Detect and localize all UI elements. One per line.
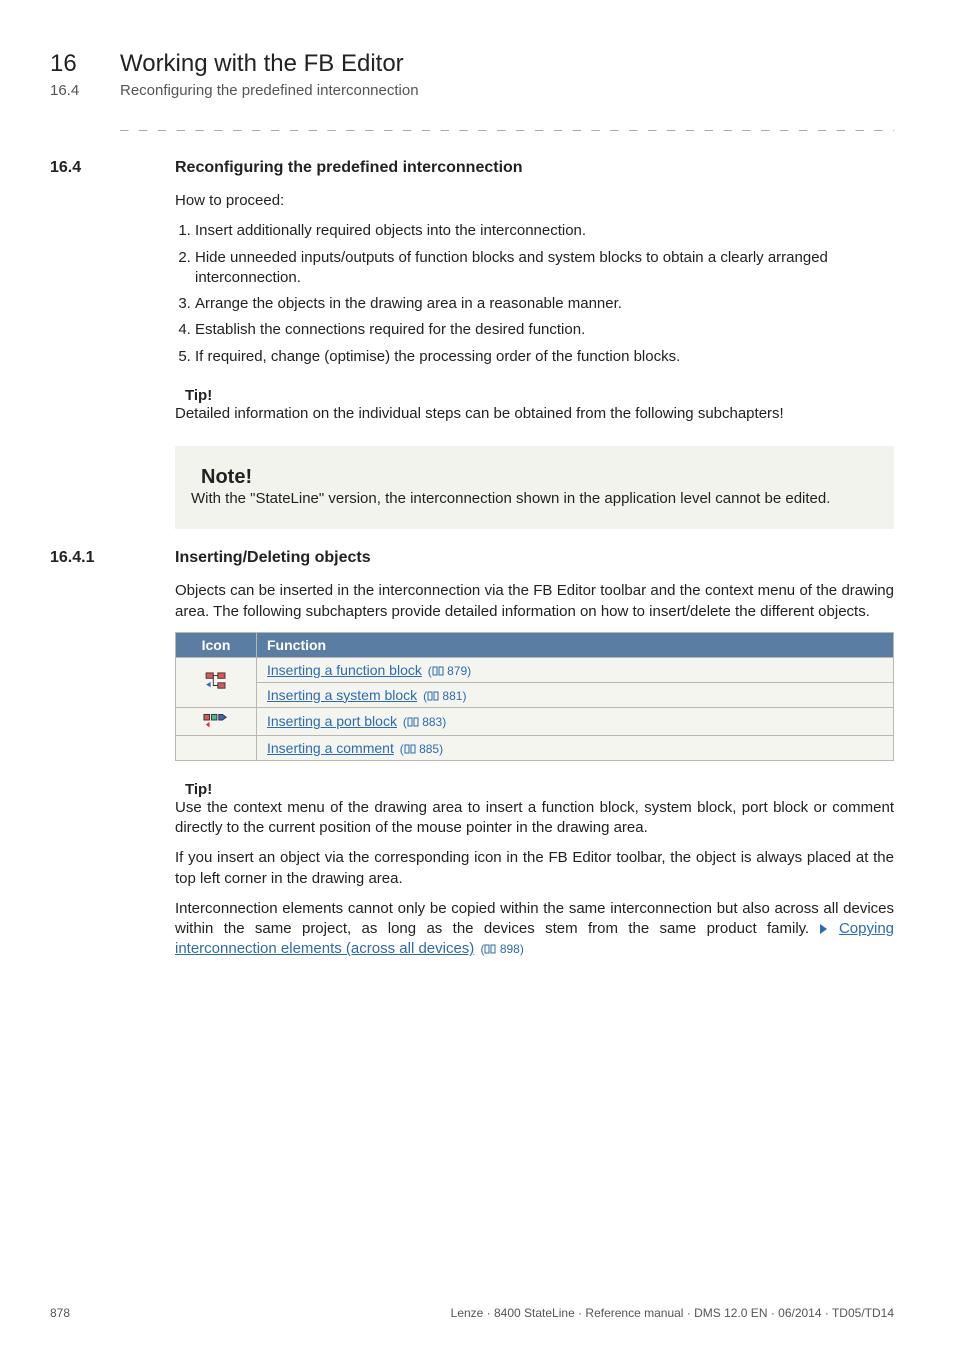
- step-2: Hide unneeded inputs/outputs of function…: [195, 248, 894, 289]
- tip2-p2: If you insert an object via the correspo…: [175, 848, 894, 889]
- s1641-intro: Objects can be inserted in the interconn…: [175, 581, 894, 622]
- step-4: Establish the connections required for t…: [195, 320, 894, 340]
- pageref: ( 885): [400, 742, 443, 756]
- th-icon: Icon: [176, 632, 257, 657]
- step-3: Arrange the objects in the drawing area …: [195, 294, 894, 314]
- section-number-top: 16.4: [50, 82, 120, 99]
- howto-steps: Insert additionally required objects int…: [175, 221, 894, 367]
- port-block-icon: [203, 715, 229, 731]
- chapter-title: Working with the FB Editor: [120, 50, 404, 78]
- link-insert-system-block[interactable]: Inserting a system block: [267, 687, 417, 703]
- howto-intro: How to proceed:: [175, 191, 894, 211]
- step-5: If required, change (optimise) the proce…: [195, 347, 894, 367]
- table-row: Inserting a function block ( 879): [176, 657, 894, 682]
- th-function: Function: [257, 632, 894, 657]
- tip-text: Detailed information on the individual s…: [175, 404, 894, 424]
- tip-label: Tip!: [185, 387, 212, 404]
- note-box: Note! With the "StateLine" version, the …: [175, 446, 894, 529]
- fb-block-icon: [205, 677, 227, 693]
- tip-label-2: Tip!: [185, 781, 212, 798]
- table-row: Inserting a port block ( 883): [176, 707, 894, 735]
- link-insert-function-block[interactable]: Inserting a function block: [267, 662, 422, 678]
- function-table: Icon Function: [175, 632, 894, 761]
- link-insert-comment[interactable]: Inserting a comment: [267, 740, 394, 756]
- table-row: Inserting a system block ( 881): [176, 682, 894, 707]
- step-1: Insert additionally required objects int…: [195, 221, 894, 241]
- chapter-number: 16: [50, 50, 120, 78]
- table-row: Inserting a comment ( 885): [176, 735, 894, 760]
- section-16-4-number: 16.4: [50, 159, 175, 177]
- section-16-4-1-title: Inserting/Deleting objects: [175, 549, 371, 567]
- triangle-right-icon: [820, 924, 827, 934]
- pageref: ( 881): [423, 689, 466, 703]
- link-insert-port-block[interactable]: Inserting a port block: [267, 713, 397, 729]
- section-16-4-1-number: 16.4.1: [50, 549, 175, 567]
- note-label: Note!: [201, 466, 252, 489]
- page-number: 878: [50, 1306, 70, 1320]
- pageref: ( 883): [403, 715, 446, 729]
- tip2-p1: Use the context menu of the drawing area…: [175, 798, 894, 839]
- divider-dashes: _ _ _ _ _ _ _ _ _ _ _ _ _ _ _ _ _ _ _ _ …: [120, 115, 894, 131]
- section-title-top: Reconfiguring the predefined interconnec…: [120, 82, 419, 99]
- footer-meta: Lenze · 8400 StateLine · Reference manua…: [451, 1306, 894, 1320]
- section-16-4-title: Reconfiguring the predefined interconnec…: [175, 159, 523, 177]
- note-text: With the "StateLine" version, the interc…: [191, 489, 878, 509]
- pageref: ( 879): [428, 664, 471, 678]
- pageref: ( 898): [480, 942, 523, 956]
- tip2-p3: Interconnection elements cannot only be …: [175, 899, 894, 960]
